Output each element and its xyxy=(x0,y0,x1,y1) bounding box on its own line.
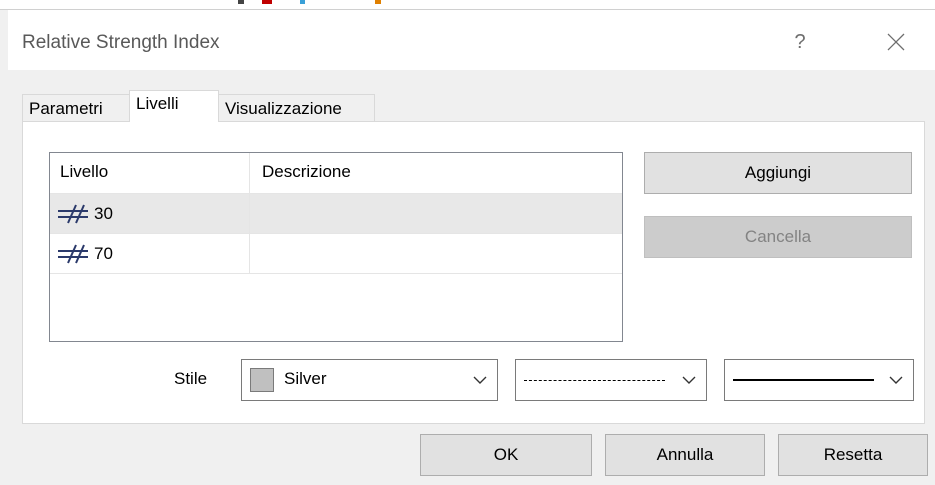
column-header-descrizione[interactable]: Descrizione xyxy=(250,153,622,194)
help-button[interactable]: ? xyxy=(778,24,822,60)
line-style-select[interactable] xyxy=(515,359,707,401)
help-icon: ? xyxy=(794,30,806,53)
background-window-strip xyxy=(0,0,935,10)
line-width-select[interactable] xyxy=(724,359,914,401)
dialog-titlebar: Relative Strength Index ? xyxy=(8,10,935,70)
reset-button[interactable]: Resetta xyxy=(778,434,928,476)
dashed-line-preview xyxy=(524,380,665,381)
tab-label: Livelli xyxy=(136,94,179,113)
levels-table[interactable]: Livello Descrizione 30 70 xyxy=(49,152,623,342)
background-mark xyxy=(300,0,305,4)
cancel-button[interactable]: Annulla xyxy=(605,434,765,476)
tab-parametri[interactable]: Parametri xyxy=(22,94,130,122)
color-select-value: Silver xyxy=(284,369,327,388)
table-header: Livello Descrizione xyxy=(50,153,622,194)
description-cell[interactable] xyxy=(250,234,622,273)
not-equal-level-icon xyxy=(58,244,88,263)
solid-line-preview xyxy=(733,379,874,381)
table-row[interactable]: 70 xyxy=(50,234,622,274)
background-mark xyxy=(238,0,244,4)
color-select[interactable]: Silver xyxy=(241,359,498,401)
tab-livelli[interactable]: Livelli xyxy=(129,90,219,122)
tab-label: Visualizzazione xyxy=(225,99,342,118)
level-cell[interactable]: 30 xyxy=(50,194,250,233)
color-swatch xyxy=(250,368,274,392)
chevron-down-icon xyxy=(889,376,903,384)
background-mark xyxy=(262,0,272,4)
dialog-title: Relative Strength Index xyxy=(22,32,220,53)
close-button[interactable] xyxy=(874,24,918,60)
relative-strength-index-dialog: Relative Strength Index ? Parametri Live… xyxy=(8,10,935,485)
tab-label: Parametri xyxy=(29,99,103,118)
description-cell[interactable] xyxy=(250,194,622,233)
level-value: 30 xyxy=(94,203,113,223)
ok-button[interactable]: OK xyxy=(420,434,592,476)
chevron-down-icon xyxy=(682,376,696,384)
background-mark xyxy=(375,0,381,4)
close-icon xyxy=(887,33,905,51)
level-cell[interactable]: 70 xyxy=(50,234,250,273)
tab-strip: Parametri Livelli Visualizzazione xyxy=(22,90,922,122)
add-level-button[interactable]: Aggiungi xyxy=(644,152,912,194)
column-header-livello[interactable]: Livello xyxy=(50,153,250,194)
chevron-down-icon xyxy=(473,376,487,384)
level-value: 70 xyxy=(94,243,113,263)
table-row[interactable]: 30 xyxy=(50,194,622,234)
tab-visualizzazione[interactable]: Visualizzazione xyxy=(218,94,375,122)
not-equal-level-icon xyxy=(58,204,88,223)
delete-level-button[interactable]: Cancella xyxy=(644,216,912,258)
levels-tab-panel: Livello Descrizione 30 70 Aggiungi Cance… xyxy=(22,121,925,424)
style-label: Stile xyxy=(174,369,208,388)
